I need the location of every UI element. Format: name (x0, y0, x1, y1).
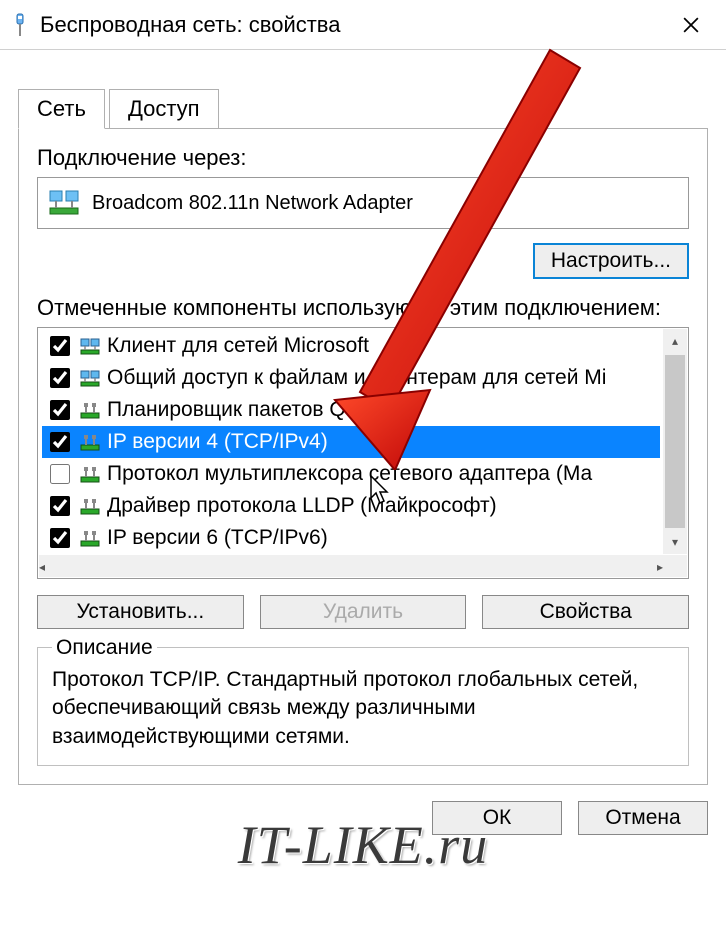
list-item[interactable]: IP версии 4 (TCP/IPv4) (42, 426, 660, 458)
install-button[interactable]: Установить... (37, 595, 244, 629)
component-label: Планировщик пакетов QoS (107, 398, 371, 422)
list-item[interactable]: Клиент для сетей Microsoft (42, 330, 660, 362)
network-adapter-icon (10, 10, 30, 40)
component-label: IP версии 6 (TCP/IPv6) (107, 526, 328, 550)
network-protocol-icon (79, 431, 101, 453)
list-item[interactable]: Планировщик пакетов QoS (42, 394, 660, 426)
tab-panel-network: Подключение через: Broadcom 802.11n Netw… (18, 128, 708, 785)
components-label: Отмеченные компоненты используются этим … (37, 295, 689, 321)
network-client-icon (79, 367, 101, 389)
tab-strip: Сеть Доступ (18, 88, 708, 128)
scroll-corner (663, 555, 687, 577)
close-icon (683, 17, 699, 33)
network-protocol-icon (79, 399, 101, 421)
horizontal-scrollbar[interactable]: ◂ ▸ (39, 555, 663, 577)
list-item[interactable]: Драйвер протокола LLDP (Майкрософт) (42, 490, 660, 522)
window-title: Беспроводная сеть: свойства (40, 12, 666, 38)
connect-via-label: Подключение через: (37, 145, 689, 171)
component-checkbox[interactable] (50, 400, 70, 420)
list-item[interactable]: IP версии 6 (TCP/IPv6) (42, 522, 660, 554)
close-button[interactable] (666, 0, 716, 50)
properties-button[interactable]: Свойства (482, 595, 689, 629)
component-checkbox[interactable] (50, 432, 70, 452)
component-label: Драйвер протокола LLDP (Майкрософт) (107, 494, 497, 518)
titlebar: Беспроводная сеть: свойства (0, 0, 726, 50)
scroll-down-icon[interactable]: ▾ (663, 530, 687, 554)
cancel-button[interactable]: Отмена (578, 801, 708, 835)
description-group: Описание Протокол TCP/IP. Стандартный пр… (37, 647, 689, 766)
component-label: Клиент для сетей Microsoft (107, 334, 369, 358)
adapter-name: Broadcom 802.11n Network Adapter (92, 192, 413, 215)
network-protocol-icon (79, 527, 101, 549)
component-label: IP версии 4 (TCP/IPv4) (107, 430, 328, 454)
component-checkbox[interactable] (50, 464, 70, 484)
network-protocol-icon (79, 495, 101, 517)
list-item[interactable]: Протокол мультиплексора сетевого адаптер… (42, 458, 660, 490)
component-label: Протокол мультиплексора сетевого адаптер… (107, 462, 592, 486)
components-listbox[interactable]: Клиент для сетей Microsoft Общий доступ к… (37, 327, 689, 579)
component-checkbox[interactable] (50, 496, 70, 516)
tab-network[interactable]: Сеть (18, 89, 105, 129)
ok-button[interactable]: ОК (432, 801, 562, 835)
scroll-up-icon[interactable]: ▴ (663, 329, 687, 353)
scroll-thumb-vertical[interactable] (665, 355, 685, 528)
network-card-icon (48, 188, 82, 218)
component-label: Общий доступ к файлам и принтерам для се… (107, 366, 606, 390)
component-checkbox[interactable] (50, 368, 70, 388)
remove-button: Удалить (260, 595, 467, 629)
component-checkbox[interactable] (50, 528, 70, 548)
description-legend: Описание (52, 636, 157, 660)
network-client-icon (79, 335, 101, 357)
configure-button[interactable]: Настроить... (533, 243, 689, 279)
tab-access[interactable]: Доступ (109, 89, 219, 129)
list-item[interactable]: Общий доступ к файлам и принтерам для се… (42, 362, 660, 394)
description-text: Протокол TCP/IP. Стандартный протокол гл… (52, 666, 674, 751)
network-protocol-icon (79, 463, 101, 485)
vertical-scrollbar[interactable]: ▴ ▾ (663, 329, 687, 554)
component-checkbox[interactable] (50, 336, 70, 356)
adapter-box[interactable]: Broadcom 802.11n Network Adapter (37, 177, 689, 229)
